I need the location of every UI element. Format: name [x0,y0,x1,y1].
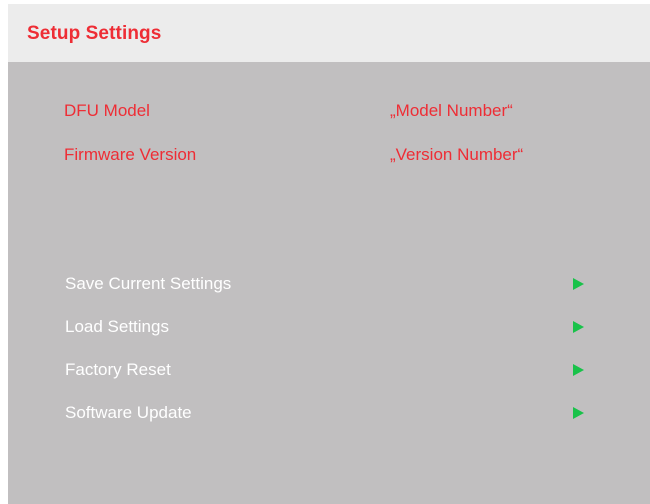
info-row-dfu-model: DFU Model „Model Number“ [8,101,650,125]
page-title: Setup Settings [27,23,162,44]
menu-item-label: Factory Reset [65,360,171,379]
menu-item-load-settings[interactable]: Load Settings [8,313,650,343]
menu-item-label: Load Settings [65,317,169,336]
firmware-version-label: Firmware Version [64,145,197,164]
dfu-model-label: DFU Model [64,101,150,120]
menu-item-software-update[interactable]: Software Update [8,399,650,429]
dfu-model-value: „Model Number“ [390,101,513,120]
menu-item-save-current-settings[interactable]: Save Current Settings [8,270,650,300]
arrow-right-icon [573,321,584,333]
arrow-right-icon [573,407,584,419]
arrow-right-icon [573,278,584,290]
arrow-right-icon [573,364,584,376]
menu-item-label: Software Update [65,403,192,422]
menu-item-factory-reset[interactable]: Factory Reset [8,356,650,386]
menu-item-label: Save Current Settings [65,274,232,293]
firmware-version-value: „Version Number“ [390,145,524,164]
panel-header: Setup Settings [8,4,650,62]
info-row-firmware-version: Firmware Version „Version Number“ [8,145,650,169]
setup-settings-panel: Setup Settings DFU Model „Model Number“ … [8,4,650,504]
